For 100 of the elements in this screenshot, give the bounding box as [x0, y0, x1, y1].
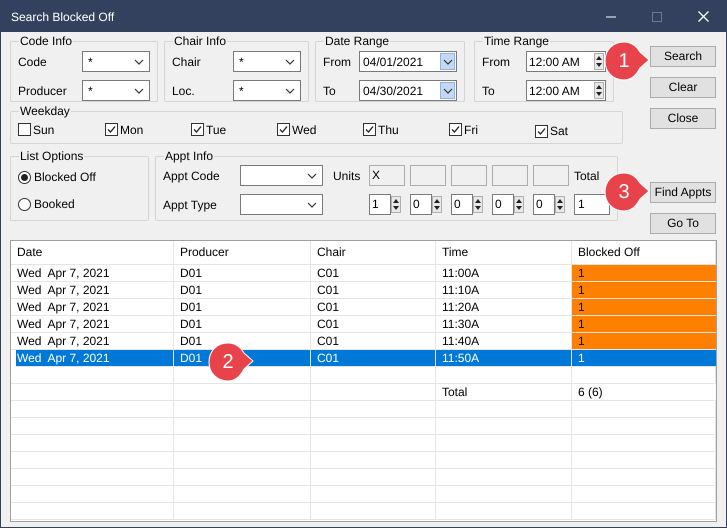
- field-label: Producer: [18, 82, 67, 100]
- table-cell: Total: [436, 384, 572, 400]
- checkbox[interactable]: [277, 123, 290, 136]
- chevron-down-icon: [134, 88, 144, 94]
- table-cell: C01: [311, 316, 436, 332]
- group-title: Date Range: [324, 34, 390, 48]
- dialog-button[interactable]: Go To: [650, 213, 716, 234]
- spinner-arrows-icon[interactable]: [594, 53, 604, 70]
- table-row[interactable]: Wed Apr 7, 2021 D01 C01 11:30A 1: [11, 316, 716, 333]
- minimize-icon[interactable]: [606, 16, 616, 18]
- table-cell: 1: [572, 282, 716, 298]
- table-cell: 1: [572, 333, 716, 349]
- checkbox-label: Sun: [33, 122, 54, 138]
- table-cell: 1: [572, 350, 716, 366]
- radio-label: Booked: [34, 196, 75, 213]
- group-title: Chair Info: [173, 34, 228, 48]
- spinner-arrows-icon[interactable]: [432, 195, 442, 214]
- chevron-down-icon: [307, 172, 317, 178]
- column-header[interactable]: Chair: [311, 241, 436, 264]
- field-label: Chair: [172, 54, 201, 70]
- dropdown-field[interactable]: [240, 194, 323, 215]
- time-field[interactable]: 12:00 AM: [526, 51, 606, 72]
- spinner-arrows-icon[interactable]: [594, 82, 604, 99]
- dialog-button[interactable]: Clear: [650, 77, 716, 98]
- unit-field: X: [369, 165, 405, 186]
- numbered-callout: 2: [208, 342, 254, 382]
- checkbox-label: Fri: [464, 122, 478, 138]
- table-cell: 1: [572, 316, 716, 332]
- numbered-callout: 1: [604, 41, 650, 81]
- dialog-button[interactable]: Find Appts: [650, 182, 716, 203]
- column-header[interactable]: Date: [11, 241, 174, 264]
- date-field[interactable]: 04/01/2021: [359, 51, 457, 72]
- radio-button[interactable]: [18, 198, 31, 210]
- time-field[interactable]: 12:00 AM: [526, 80, 606, 101]
- chevron-down-icon: [134, 58, 144, 64]
- checkbox-label: Thu: [378, 122, 399, 138]
- checkbox[interactable]: [191, 123, 204, 136]
- group-title: Appt Info: [164, 149, 214, 163]
- group-title: List Options: [19, 149, 84, 163]
- table-cell: Wed Apr 7, 2021: [11, 282, 174, 298]
- calendar-dropdown-button[interactable]: [440, 53, 455, 70]
- chevron-down-icon: [442, 88, 452, 94]
- window-title: Search Blocked Off: [11, 8, 114, 26]
- chevron-down-icon: [285, 58, 295, 64]
- table-cell: D01: [174, 316, 311, 332]
- dropdown-field[interactable]: *: [233, 51, 301, 72]
- checkbox[interactable]: [18, 123, 31, 136]
- spinner-arrows-icon[interactable]: [514, 195, 524, 214]
- table-cell: D01: [174, 299, 311, 315]
- table-row[interactable]: Wed Apr 7, 2021 D01 C01 11:10A 1: [11, 282, 716, 299]
- table-row[interactable]: Wed Apr 7, 2021 D01 C01 11:00A 1: [11, 265, 716, 282]
- field-label: From: [482, 54, 510, 70]
- calendar-dropdown-button[interactable]: [440, 82, 455, 99]
- unit-field: [451, 165, 487, 186]
- table-row[interactable]: Wed Apr 7, 2021 D01 C01 11:20A 1: [11, 299, 716, 316]
- dropdown-field[interactable]: *: [82, 80, 150, 101]
- checkbox[interactable]: [535, 124, 548, 138]
- table-cell: D01: [174, 265, 311, 281]
- spinner-arrows-icon[interactable]: [473, 195, 483, 214]
- table-cell: 11:50A: [436, 350, 572, 366]
- group-title: Time Range: [483, 34, 550, 48]
- spinner-arrows-icon[interactable]: [555, 195, 565, 214]
- column-header[interactable]: Blocked Off: [572, 241, 716, 264]
- checkbox[interactable]: [363, 123, 376, 136]
- radio-label: Blocked Off: [34, 169, 96, 186]
- table-cell: Wed Apr 7, 2021: [11, 333, 174, 349]
- table-cell: Wed Apr 7, 2021: [16, 350, 174, 366]
- unit-field: [410, 165, 446, 186]
- table-cell: Wed Apr 7, 2021: [11, 299, 174, 315]
- checkbox[interactable]: [105, 123, 118, 136]
- radio-button[interactable]: [18, 170, 31, 184]
- checkbox-label: Sat: [550, 123, 568, 140]
- field-label: To: [482, 82, 495, 100]
- date-field[interactable]: 04/30/2021: [359, 80, 457, 101]
- table-cell: D01: [174, 282, 311, 298]
- checkbox-label: Wed: [292, 122, 316, 138]
- chevron-down-icon: [285, 88, 295, 94]
- dropdown-field[interactable]: *: [233, 80, 301, 101]
- close-icon[interactable]: [698, 11, 708, 22]
- checkbox[interactable]: [449, 123, 462, 136]
- field-label: Code: [18, 54, 47, 70]
- table-cell: C01: [311, 265, 436, 281]
- field-label: To: [323, 82, 336, 100]
- group-title: Code Info: [19, 34, 74, 48]
- numbered-callout: 3: [604, 172, 650, 212]
- chevron-down-icon: [442, 58, 452, 64]
- group-title: Weekday: [19, 104, 71, 118]
- checkbox-label: Tue: [206, 122, 226, 138]
- dialog-button[interactable]: Search: [650, 46, 716, 67]
- column-header[interactable]: Producer: [174, 241, 311, 264]
- table-cell: 1: [572, 299, 716, 315]
- table-cell-text: 6 (6): [577, 384, 604, 400]
- dropdown-field[interactable]: *: [82, 51, 150, 72]
- dropdown-field[interactable]: [240, 165, 323, 186]
- table-cell: Wed Apr 7, 2021: [11, 265, 174, 281]
- dialog-button[interactable]: Close: [650, 108, 716, 129]
- unit-field: [492, 165, 528, 186]
- column-header[interactable]: Time: [436, 241, 572, 264]
- spinner-arrows-icon[interactable]: [391, 195, 401, 214]
- chevron-down-icon: [307, 202, 317, 208]
